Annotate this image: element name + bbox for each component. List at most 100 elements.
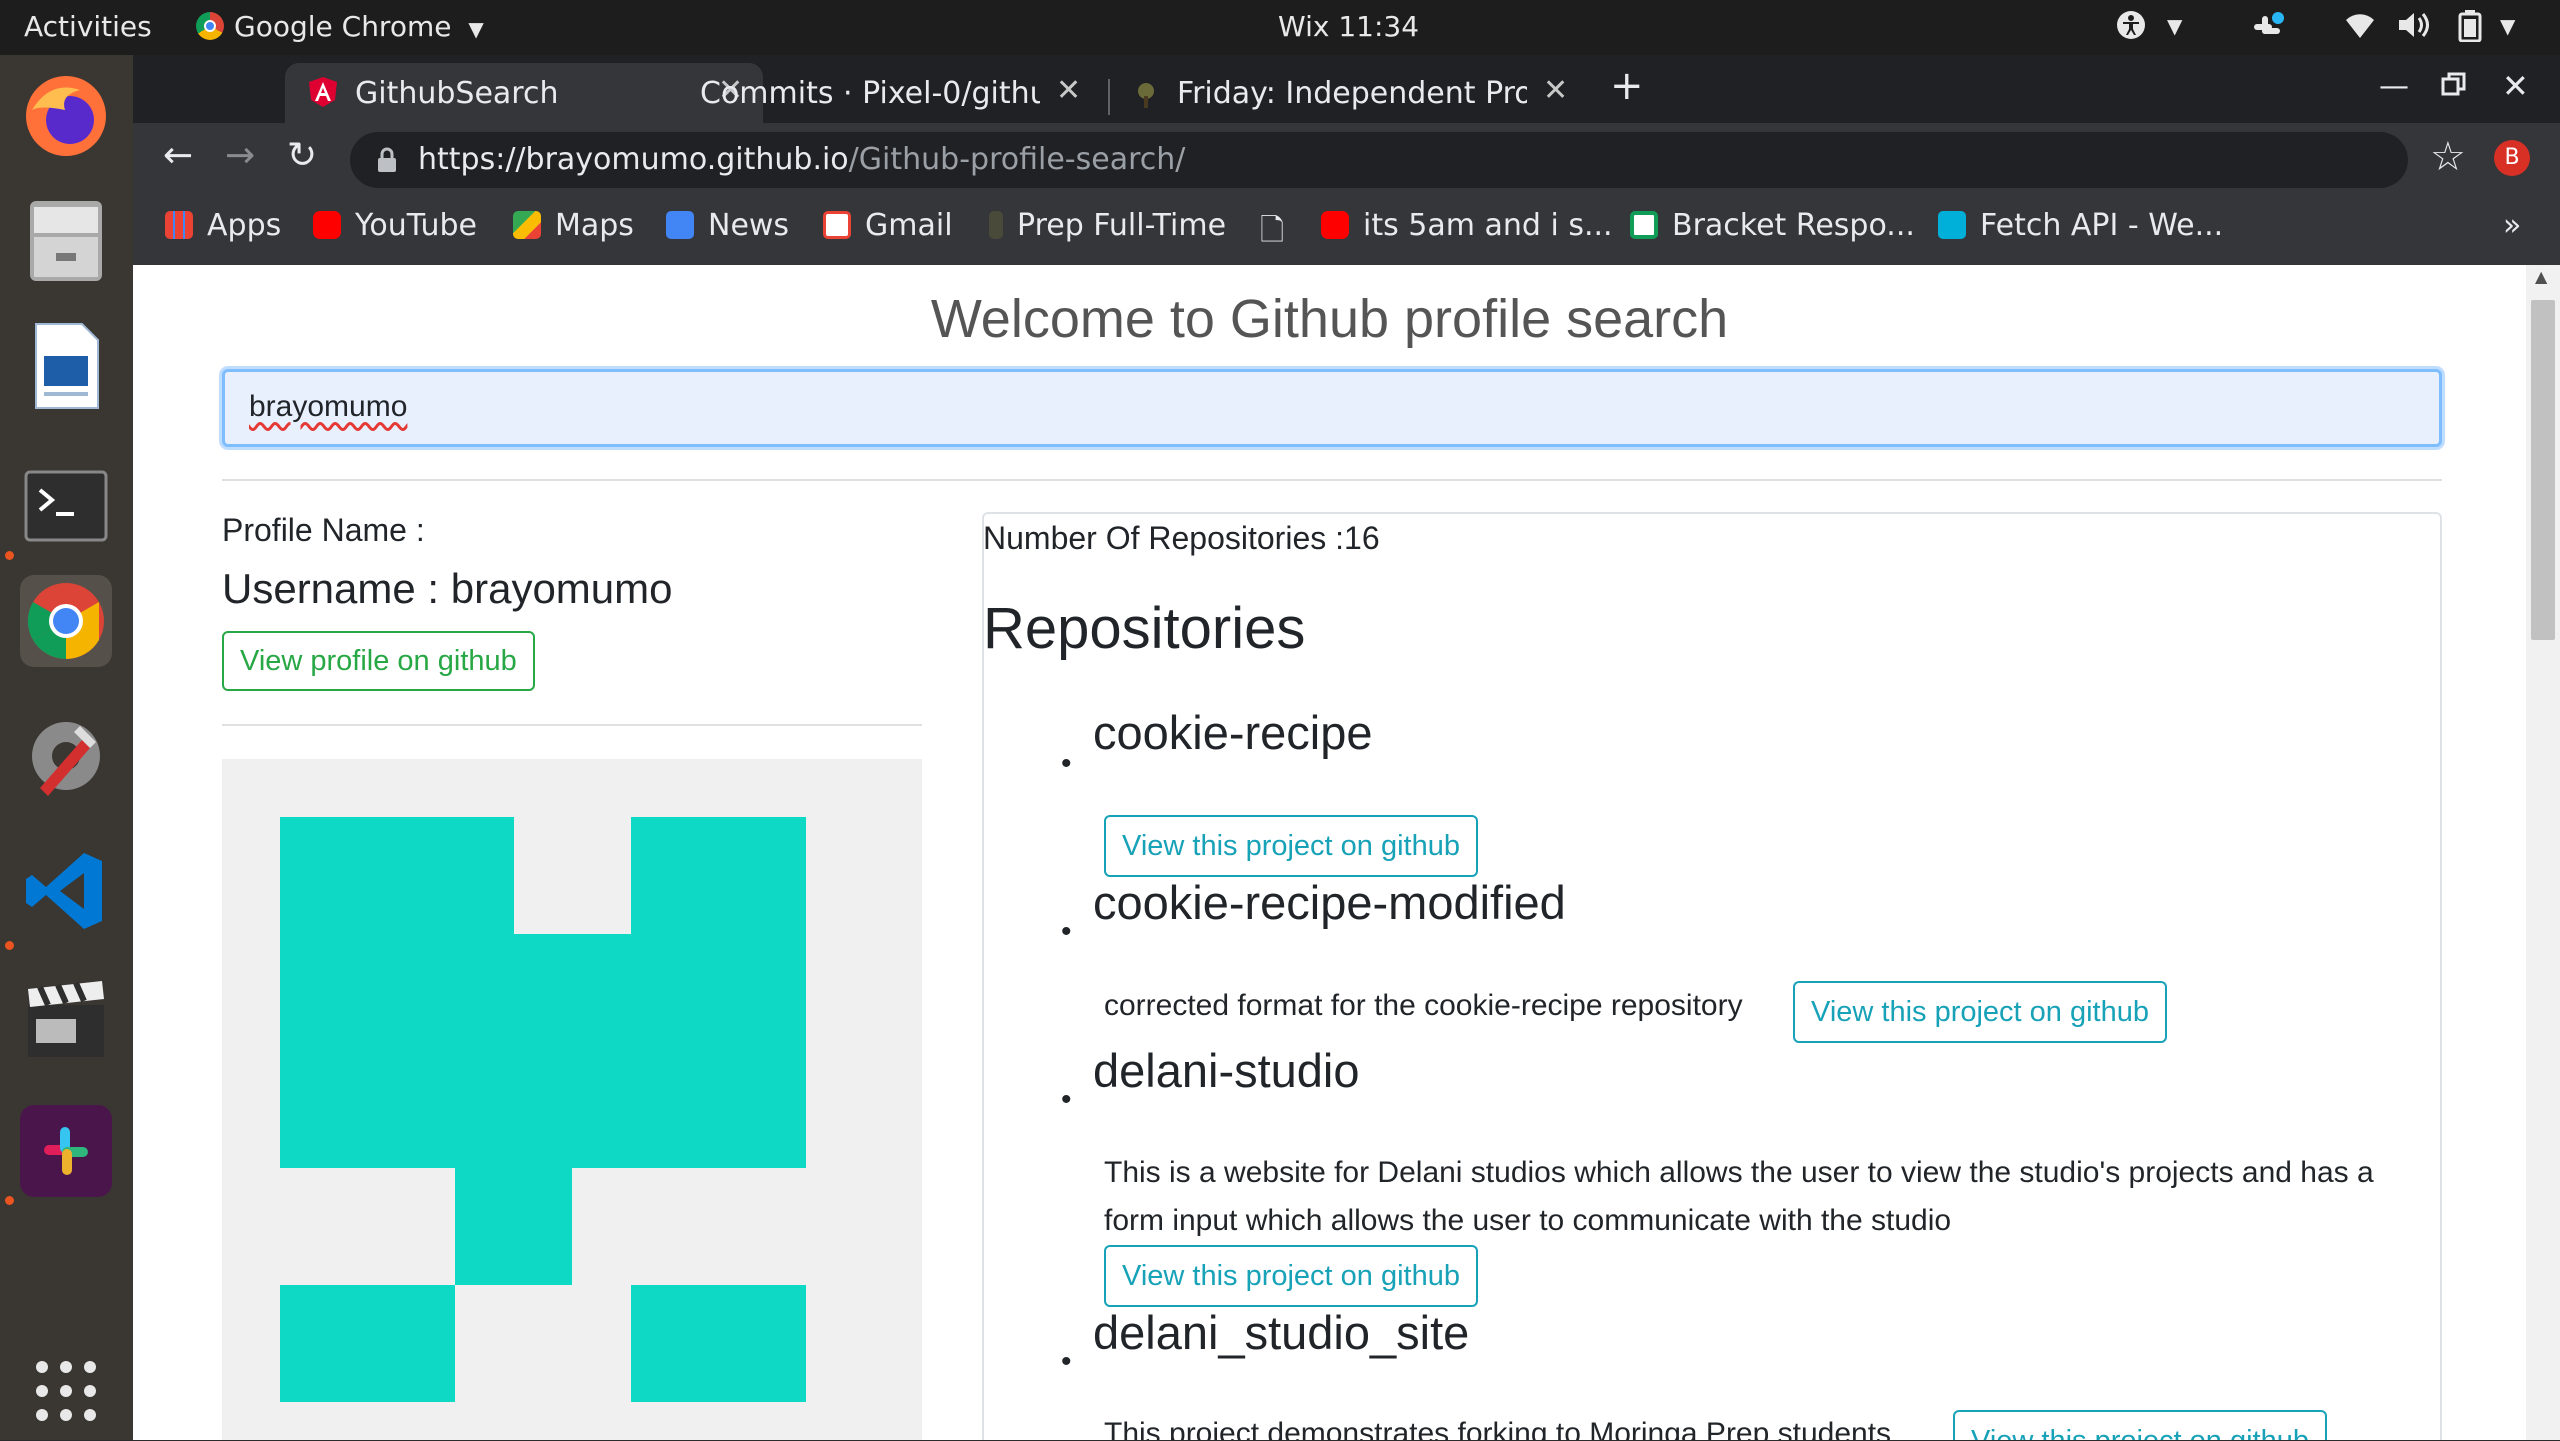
bookmark-gmail[interactable]: Gmail [823, 208, 953, 243]
bookmark-label: Fetch API - We... [1980, 208, 2224, 243]
writer-document-icon[interactable] [20, 320, 112, 412]
bookmark-apps[interactable]: Apps [165, 208, 281, 243]
address-bar[interactable]: https://brayomumo.github.io/Github-profi… [350, 132, 2408, 188]
tree-favicon-icon [1133, 81, 1159, 108]
page-title: Welcome to Github profile search [930, 289, 1729, 349]
reload-icon[interactable]: ↻ [287, 135, 317, 176]
video-editor-icon[interactable] [20, 975, 112, 1067]
chevron-down-icon: ▼ [468, 17, 484, 41]
activities-button[interactable]: Activities [24, 10, 152, 43]
terminal-icon[interactable] [20, 460, 112, 552]
bookmark-label: Gmail [865, 208, 953, 243]
bookmark-label: Bracket Respo... [1672, 208, 1915, 243]
accessibility-icon[interactable] [2116, 10, 2146, 47]
bookmarks-overflow-button[interactable]: » [2503, 208, 2521, 243]
forward-arrow-icon[interactable]: → [225, 135, 255, 176]
clock[interactable]: Wix 11:34 [1278, 10, 1419, 43]
restore-icon[interactable] [2441, 71, 2467, 101]
bookmark-bracket-response[interactable]: Bracket Respo... [1630, 208, 1915, 243]
minimize-icon[interactable]: — [2379, 69, 2409, 104]
tab-title: GithubSearch [355, 76, 559, 111]
scrollbar-thumb[interactable] [2531, 300, 2555, 640]
search-input[interactable]: brayomumo [222, 369, 2442, 447]
new-tab-button[interactable]: + [1610, 63, 1644, 109]
maps-icon [513, 211, 541, 239]
chevron-down-icon[interactable]: ▼ [2500, 14, 2515, 38]
view-project-button[interactable]: View this project on github [1953, 1410, 2328, 1440]
slack-tray-icon[interactable] [2248, 10, 2286, 55]
system-top-bar: Activities Google Chrome ▼ Wix 11:34 ▼ ▼ [0, 0, 2560, 55]
dock [0, 55, 133, 1440]
scroll-up-arrow-icon[interactable]: ▲ [2535, 267, 2547, 286]
profile-avatar[interactable]: B [2494, 140, 2530, 176]
chrome-menu-icon[interactable]: ⋮ [2556, 135, 2560, 176]
view-project-button[interactable]: View this project on github [1104, 815, 1479, 877]
bookmark-youtube[interactable]: YouTube [313, 208, 477, 243]
search-input-value: brayomumo [249, 390, 408, 423]
bracket-favicon-icon [1630, 211, 1658, 239]
divider [222, 479, 2442, 481]
repo-name: delani_studio_site [1093, 1306, 1470, 1359]
repo-name: cookie-recipe-modified [1093, 876, 1566, 929]
bookmarks-bar: Apps YouTube Maps News Gmail Prep Full-T… [133, 195, 2560, 266]
running-indicator [5, 1196, 14, 1205]
angular-favicon-icon [309, 77, 337, 107]
chrome-small-icon [196, 12, 224, 40]
list-item: • cookie-recipe [1061, 706, 2493, 780]
bookmark-label: its 5am and i s... [1363, 208, 1613, 243]
bookmark-maps[interactable]: Maps [513, 208, 634, 243]
tab-strip: GithubSearch ✕ Commits · Pixel-0/github-… [133, 55, 2560, 123]
close-tab-icon[interactable]: ✕ [1056, 73, 1081, 108]
settings-icon[interactable] [20, 710, 112, 802]
view-profile-button[interactable]: View profile on github [222, 631, 535, 691]
repo-description: This is a website for Delani studios whi… [1104, 1156, 2374, 1237]
list-item: • cookie-recipe-modified [1061, 876, 2493, 948]
youtube-icon [313, 211, 341, 239]
repositories-heading: Repositories [983, 596, 1306, 661]
gmail-icon [823, 211, 851, 239]
running-indicator [5, 941, 14, 950]
bookmark-label: News [708, 208, 790, 243]
bookmark-news[interactable]: News [666, 208, 789, 243]
slack-icon[interactable] [20, 1105, 112, 1197]
bookmark-star-icon[interactable]: ☆ [2430, 137, 2466, 177]
identicon-image [280, 817, 806, 1402]
bookmark-prep-full-time[interactable]: Prep Full-Time [989, 208, 1226, 243]
mdn-favicon-icon [1938, 211, 1966, 239]
chrome-icon[interactable] [20, 575, 112, 667]
lock-icon[interactable] [376, 146, 398, 181]
vscode-icon[interactable] [20, 845, 112, 937]
app-menu-label: Google Chrome [234, 10, 452, 43]
youtube-icon [1321, 211, 1349, 239]
url-path: /Github-profile-search/ [848, 142, 1186, 177]
bookmark-fetch-api[interactable]: Fetch API - We... [1938, 208, 2223, 243]
files-icon[interactable] [20, 195, 112, 287]
list-item: • delani-studio [1061, 1044, 2493, 1116]
back-arrow-icon[interactable]: ← [163, 135, 193, 176]
app-menu[interactable]: Google Chrome ▼ [196, 10, 484, 43]
username-text: Username : brayomumo [222, 565, 673, 612]
view-project-button[interactable]: View this project on github [1104, 1245, 1479, 1307]
chevron-down-icon[interactable]: ▼ [2167, 14, 2182, 38]
running-indicator [5, 551, 14, 560]
firefox-icon[interactable] [20, 70, 112, 162]
close-window-icon[interactable]: ✕ [2502, 67, 2529, 105]
volume-icon[interactable] [2397, 10, 2433, 47]
bullet: • [1061, 747, 1072, 780]
tab-divider [1108, 79, 1110, 115]
bookmark-label: YouTube [355, 208, 477, 243]
page-viewport: Welcome to Github profile search brayomu… [133, 265, 2526, 1440]
close-tab-icon[interactable]: ✕ [1543, 73, 1568, 108]
bookmark-label: Prep Full-Time [1017, 208, 1227, 243]
wifi-icon[interactable] [2344, 10, 2376, 47]
repo-name: cookie-recipe [1093, 706, 1373, 759]
battery-icon[interactable] [2458, 10, 2482, 49]
show-apps-grid-icon[interactable] [20, 1345, 112, 1437]
bookmark-its-5am[interactable]: its 5am and i s... [1321, 208, 1613, 243]
repo-name: delani-studio [1093, 1044, 1360, 1097]
divider [222, 724, 922, 726]
bullet: • [1061, 1345, 1072, 1378]
view-project-button[interactable]: View this project on github [1793, 981, 2168, 1043]
bookmark-blank-page[interactable]: 🗋 [1260, 208, 1284, 259]
url-host: https://brayomumo.github.io [418, 142, 849, 177]
